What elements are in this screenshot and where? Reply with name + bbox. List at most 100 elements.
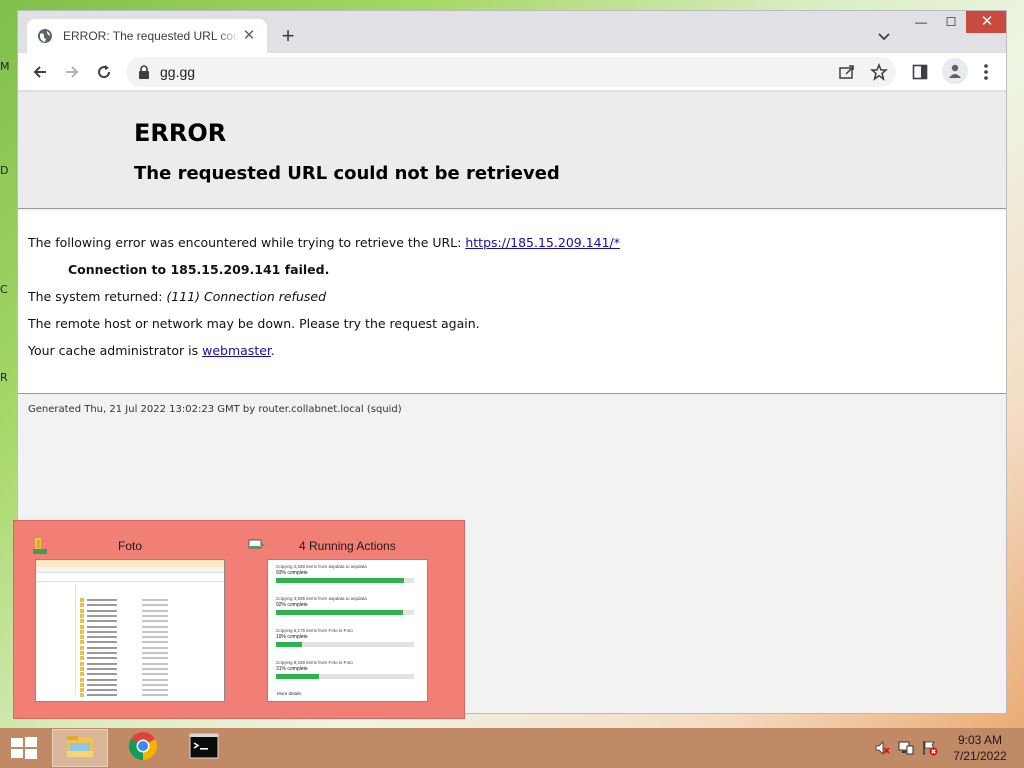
minimize-button[interactable]: — [906, 11, 936, 33]
action-progress-fill [276, 674, 319, 679]
taskbar-chrome[interactable] [115, 729, 171, 767]
generated-footer: Generated Thu, 21 Jul 2022 13:02:23 GMT … [28, 404, 402, 415]
new-tab-button[interactable]: + [276, 25, 300, 49]
explorer-file-row [80, 629, 220, 634]
taskbar-command-prompt[interactable] [176, 729, 232, 767]
cache-admin-line: Your cache administrator is webmaster. [28, 343, 275, 358]
address-bar[interactable]: gg.gg [126, 57, 896, 87]
maximize-button[interactable]: ☐ [936, 11, 966, 33]
cache-admin-end: . [270, 343, 275, 358]
explorer-thumbnail[interactable] [35, 559, 225, 702]
explorer-file-row [80, 672, 220, 677]
desktop-icon-label[interactable]: M [0, 60, 14, 73]
tab-search-icon[interactable] [876, 28, 892, 44]
explorer-file-row [80, 677, 220, 682]
explorer-file-row [80, 661, 220, 666]
system-returned-text: The system returned: [28, 289, 167, 304]
explorer-file-row [80, 640, 220, 645]
system-returned-code: (111) Connection refused [166, 289, 326, 304]
action-item: Copying 2,838 items from aspdata to aspd… [276, 564, 420, 583]
explorer-file-row [80, 651, 220, 655]
tab-title: ERROR: The requested URL could not be re… [63, 29, 239, 43]
action-progress-bar [276, 674, 414, 679]
webmaster-link[interactable]: webmaster [202, 343, 271, 358]
network-icon[interactable] [898, 740, 914, 756]
reload-icon[interactable] [94, 62, 114, 82]
action-progress-bar [276, 642, 414, 647]
explorer-file-row [80, 624, 220, 629]
taskbar-thumbnail-popup: Foto 4 Running Actions Copying 2,838 ite… [13, 520, 465, 719]
clock-time: 9:03 AM [957, 733, 1003, 747]
taskbar-clock[interactable]: 9:03 AM 7/21/2022 [940, 732, 1020, 764]
page-subtitle: The requested URL could not be retrieved [134, 163, 560, 184]
action-progress-fill [276, 578, 405, 583]
explorer-title-bar [36, 560, 224, 567]
action-percent: 19% complete [276, 634, 308, 640]
explorer-file-row [80, 645, 220, 650]
taskbar-file-explorer[interactable] [52, 729, 108, 767]
actions-thumbnail[interactable]: Copying 2,838 items from aspdata to aspd… [267, 559, 428, 702]
action-progress-fill [276, 610, 403, 615]
error-url-line: The following error was encountered whil… [28, 235, 620, 250]
explorer-file-row [80, 619, 220, 624]
globe-icon [37, 28, 53, 44]
explorer-thumb-title: Foto [118, 539, 143, 553]
desktop-icon-label[interactable]: R [0, 371, 14, 384]
error-header: ERROR The requested URL could not be ret… [18, 92, 1006, 209]
explorer-file-row [80, 608, 220, 613]
explorer-file-row [80, 666, 220, 671]
taskbar: 9:03 AM 7/21/2022 [0, 728, 1024, 768]
chrome-icon [128, 731, 158, 766]
explorer-file-row [80, 693, 220, 698]
explorer-file-row [80, 688, 220, 693]
profile-avatar[interactable] [942, 58, 968, 84]
folder-icon [32, 537, 48, 555]
error-url-link[interactable]: https://185.15.209.141/* [465, 235, 620, 250]
explorer-file-row [80, 603, 220, 608]
forward-arrow-icon[interactable] [62, 62, 82, 82]
lock-icon[interactable] [138, 65, 150, 79]
explorer-file-row [80, 598, 220, 602]
explorer-file-row [80, 682, 220, 687]
explorer-address-bar [36, 573, 224, 582]
action-percent: 92% complete [276, 602, 308, 608]
action-percent: 31% complete [276, 666, 308, 672]
clock-date: 7/21/2022 [953, 749, 1007, 763]
more-details-link[interactable]: More details [277, 691, 302, 696]
tab-strip: ERROR: The requested URL could not be re… [18, 11, 1006, 53]
back-arrow-icon[interactable] [30, 62, 50, 82]
side-panel-icon[interactable] [910, 62, 930, 82]
action-percent: 93% complete [276, 570, 308, 576]
system-returned-line: The system returned: (111) Connection re… [28, 289, 326, 304]
tab-close-icon[interactable]: ✕ [241, 28, 257, 44]
action-item: Copying 8,339 items from Foto to Foto 31… [276, 660, 420, 679]
actions-thumb-title: 4 Running Actions [299, 539, 396, 553]
action-progress-bar [276, 578, 414, 583]
browser-tab[interactable]: ERROR: The requested URL could not be re… [27, 19, 267, 53]
connection-failed-line: Connection to 185.15.209.141 failed. [68, 262, 330, 277]
speaker-muted-icon[interactable] [874, 740, 890, 756]
explorer-file-row [80, 613, 220, 618]
desktop-icon-label[interactable]: C [0, 283, 14, 296]
page-title: ERROR [134, 119, 227, 147]
bookmark-star-icon[interactable] [870, 62, 888, 81]
action-center-alert-icon[interactable] [922, 740, 938, 756]
explorer-file-row [80, 656, 220, 661]
action-progress-fill [276, 642, 303, 647]
remote-host-line: The remote host or network may be down. … [28, 316, 480, 331]
command-prompt-icon [189, 733, 219, 764]
close-window-button[interactable]: ✕ [966, 11, 1006, 33]
action-progress-bar [276, 610, 414, 615]
share-icon[interactable] [838, 63, 856, 81]
desktop-icon-label[interactable]: D [0, 164, 14, 177]
error-url-text: The following error was encountered whil… [28, 235, 466, 250]
more-menu-icon[interactable] [976, 62, 996, 82]
error-body: The following error was encountered whil… [18, 211, 1006, 394]
action-item: Copying 3,935 items from aspdata to aspd… [276, 596, 420, 615]
file-explorer-icon [65, 733, 95, 764]
copy-actions-icon [248, 537, 265, 555]
explorer-file-row [80, 635, 220, 640]
browser-toolbar: gg.gg [18, 53, 1006, 91]
windows-start-icon[interactable] [10, 736, 38, 760]
address-url[interactable]: gg.gg [160, 64, 195, 80]
